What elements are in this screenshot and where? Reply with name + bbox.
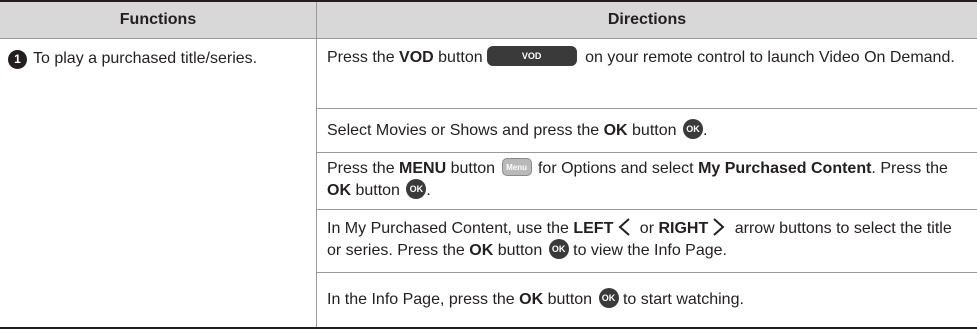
direction-row: In My Purchased Content, use the LEFT or…	[317, 210, 977, 273]
direction-text: In the Info Page, press the OK button OK…	[327, 288, 957, 311]
table-bottom-rule	[0, 327, 977, 329]
ok-button-icon: OK	[406, 179, 427, 200]
ok-button-icon: OK	[598, 288, 619, 309]
text-run: Select Movies or Shows and press the	[327, 122, 604, 139]
text-run: . Press the	[871, 160, 948, 177]
chevron-left-icon	[615, 217, 633, 237]
direction-row: In the Info Page, press the OK button OK…	[317, 273, 977, 327]
text-run: button	[543, 291, 593, 308]
function-text: To play a purchased title/series.	[33, 50, 258, 67]
text-run: button	[627, 122, 677, 139]
bold-text: My Purchased Content	[698, 160, 872, 177]
direction-text: Press the MENU button Menu for Options a…	[327, 158, 957, 202]
text-run: .	[426, 182, 431, 199]
text-run: button	[493, 242, 543, 259]
chevron-right-icon	[710, 217, 728, 237]
vod-button-icon: VOD	[486, 46, 577, 67]
functions-header: Functions	[119, 11, 197, 28]
bold-text: OK	[603, 122, 628, 139]
table-header: Functions Directions	[0, 2, 977, 39]
bold-text: MENU	[399, 160, 447, 177]
bold-text: OK	[519, 291, 544, 308]
text-run: to start watching.	[618, 291, 744, 308]
text-run: .	[702, 122, 708, 139]
text-run: to view the Info Page.	[568, 242, 727, 259]
bold-text: LEFT	[573, 220, 614, 237]
text-run: In My Purchased Content, use the	[327, 220, 574, 237]
function-cell: 1 To play a purchased title/series.	[8, 48, 314, 70]
direction-row: Press the VOD button VOD on your remote c…	[317, 39, 977, 109]
bold-text: RIGHT	[658, 220, 709, 237]
text-run: on your remote control to launch Video O…	[580, 49, 955, 66]
text-run: button	[433, 49, 483, 66]
text-run: button	[446, 160, 496, 177]
direction-text: Press the VOD button VOD on your remote c…	[327, 46, 957, 69]
text-run: button	[351, 182, 400, 199]
direction-text: In My Purchased Content, use the LEFT or…	[327, 218, 957, 262]
ok-button-icon: OK	[682, 119, 703, 140]
step-number-badge: 1	[8, 49, 27, 69]
direction-text: Select Movies or Shows and press the OK …	[327, 119, 957, 142]
text-run: for Options and select	[533, 160, 699, 177]
bold-text: OK	[469, 242, 494, 259]
menu-button-icon: Menu	[501, 158, 532, 177]
text-run: Press the	[327, 160, 400, 177]
bold-text: VOD	[399, 49, 434, 66]
bold-text: OK	[327, 182, 351, 199]
directions-header: Directions	[607, 11, 687, 28]
text-run: In the Info Page, press the	[327, 291, 520, 308]
text-run: or	[635, 220, 659, 237]
text-run: Press the	[327, 49, 400, 66]
ok-button-icon: OK	[548, 239, 569, 260]
direction-row: Select Movies or Shows and press the OK …	[317, 109, 977, 153]
direction-row: Press the MENU button Menu for Options a…	[317, 153, 977, 210]
